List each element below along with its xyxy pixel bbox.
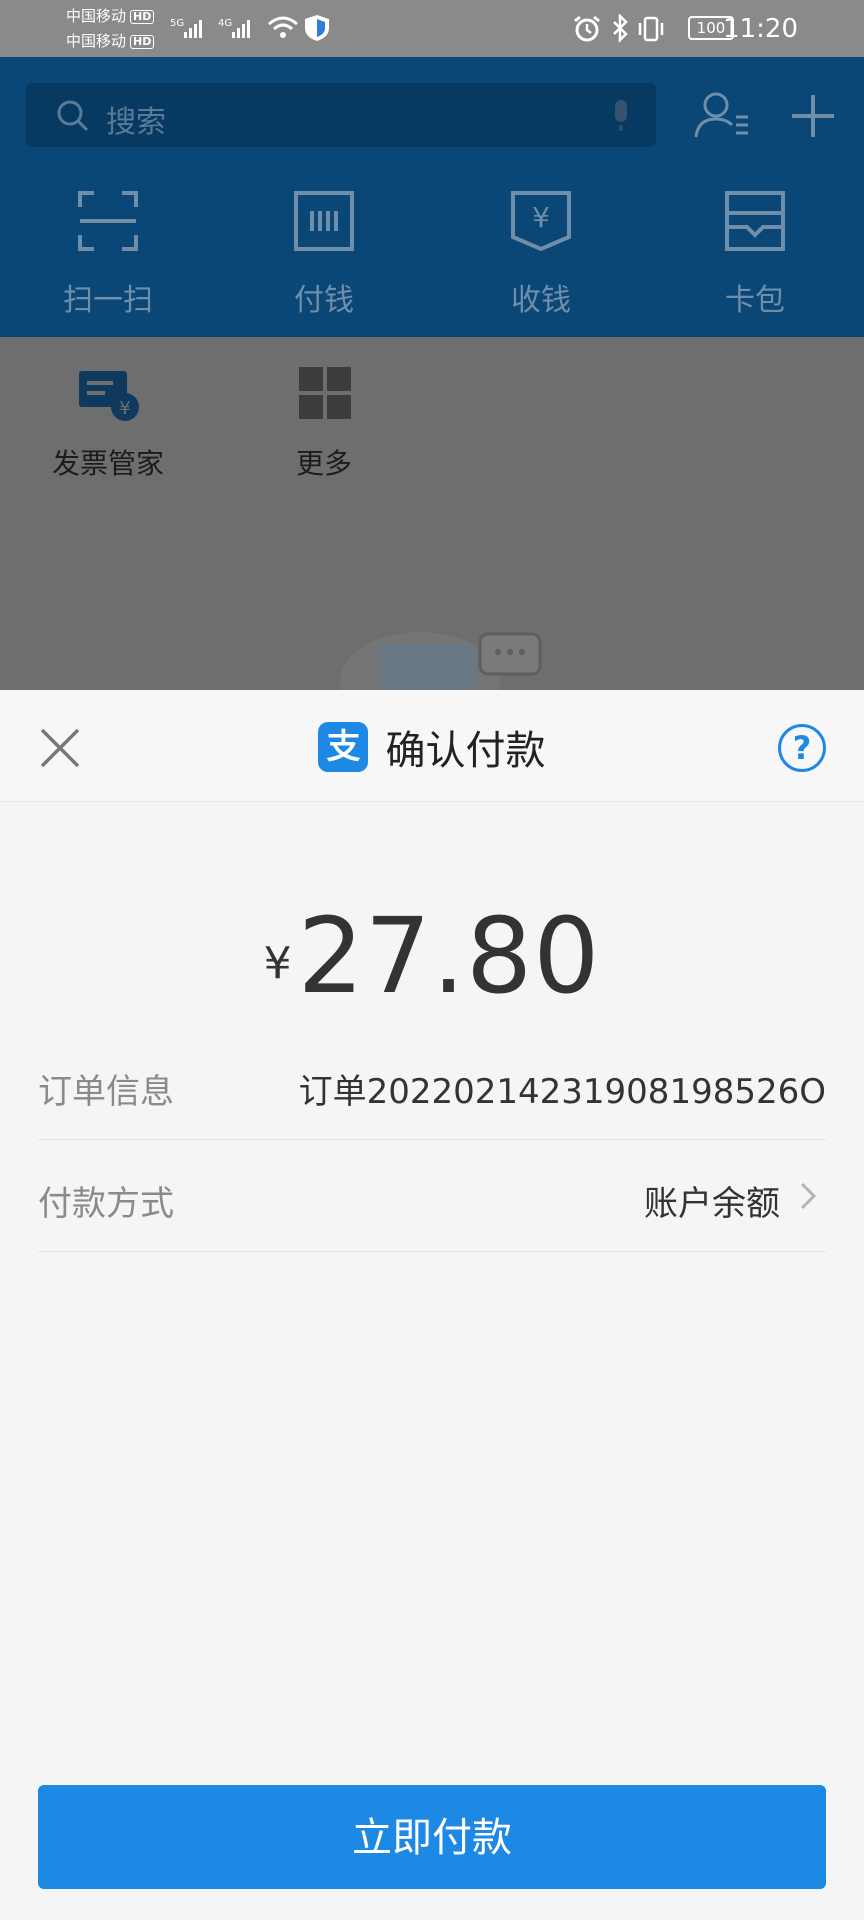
currency-symbol: ¥: [263, 938, 292, 989]
quick-scan: 扫一扫: [33, 189, 183, 319]
hd-badge: HD: [130, 10, 155, 24]
quick-receive-label: 收钱: [511, 283, 571, 318]
payment-method-label: 付款方式: [38, 1184, 174, 1224]
pay-now-button[interactable]: 立即付款: [38, 1785, 826, 1889]
quick-pay-label: 付钱: [294, 283, 354, 318]
order-info-label: 订单信息: [38, 1072, 174, 1112]
quick-cards-label: 卡包: [725, 283, 785, 318]
carrier-1: 中国移动 HD: [66, 7, 155, 25]
service-invoice-label: 发票管家: [51, 447, 164, 480]
order-info-row: 订单信息 订单20220214231908198526O: [38, 1028, 826, 1140]
service-more: 更多: [249, 365, 399, 482]
background-app-body: ¥ 发票管家 更多: [0, 337, 864, 692]
alipay-logo-char: 支: [326, 727, 361, 767]
quick-receive: ¥ 收钱: [466, 189, 616, 319]
hd-badge-2: HD: [130, 35, 155, 49]
scan-icon: [78, 191, 138, 251]
carrier-2-label: 中国移动: [66, 32, 127, 50]
service-invoice: ¥ 发票管家: [33, 365, 183, 482]
help-icon[interactable]: ?: [778, 724, 826, 772]
net-5g-label: 5G: [170, 18, 184, 29]
alipay-logo-icon: 支: [318, 722, 369, 772]
contacts-icon: [694, 92, 748, 138]
page-title: 确认付款: [385, 728, 546, 774]
payment-method-value: 账户余额: [644, 1184, 780, 1224]
wifi-icon: [268, 16, 298, 38]
search-placeholder: 搜索: [106, 105, 166, 140]
bluetooth-icon: [613, 14, 628, 44]
amount-value: 27.80: [297, 895, 601, 1017]
sheet-header: 支 确认付款 ?: [0, 690, 864, 802]
carrier-2: 中国移动 HD: [66, 32, 155, 50]
quick-cards: 卡包: [680, 189, 830, 319]
vibrate-icon: [638, 16, 664, 42]
quick-scan-label: 扫一扫: [63, 283, 153, 318]
shield-icon: [305, 15, 329, 41]
chevron-right-icon: [800, 1182, 817, 1210]
add-icon: [792, 95, 834, 137]
signal-4g-icon: 4G: [218, 18, 250, 38]
microphone-icon: [615, 100, 627, 131]
svg-text:¥: ¥: [532, 201, 550, 234]
illustration-image: [340, 632, 542, 692]
svg-text:¥: ¥: [119, 398, 130, 419]
quick-pay: 付钱: [249, 189, 399, 319]
search-bar: 搜索: [26, 83, 656, 147]
net-4g-label: 4G: [218, 18, 232, 29]
payment-amount: ¥27.80: [0, 895, 864, 1017]
order-info-value: 订单20220214231908198526O: [298, 1072, 826, 1112]
signal-5g-icon: 5G: [170, 18, 202, 38]
pay-code-icon: [294, 191, 354, 251]
clock: 11:20: [723, 14, 798, 44]
payment-method-row[interactable]: 付款方式 账户余额: [38, 1140, 826, 1252]
carrier-1-label: 中国移动: [66, 7, 127, 25]
more-grid-icon: [299, 367, 351, 419]
invoice-icon: ¥: [79, 371, 139, 421]
card-wallet-icon: [725, 191, 785, 251]
alarm-icon: [574, 15, 600, 42]
background-app-header: 搜索 扫一扫 付钱 ¥ 收钱 卡包: [0, 57, 864, 337]
sheet-title-group: 支 确认付款: [0, 718, 864, 776]
status-bar: 中国移动 HD 中国移动 HD 5G 4G 100 11:20: [0, 0, 864, 57]
confirm-payment-sheet: 支 确认付款 ? ¥27.80 订单信息 订单20220214231908198…: [0, 690, 864, 1920]
service-more-label: 更多: [295, 447, 352, 480]
receive-money-icon: ¥: [511, 191, 571, 252]
search-icon: [57, 100, 89, 132]
